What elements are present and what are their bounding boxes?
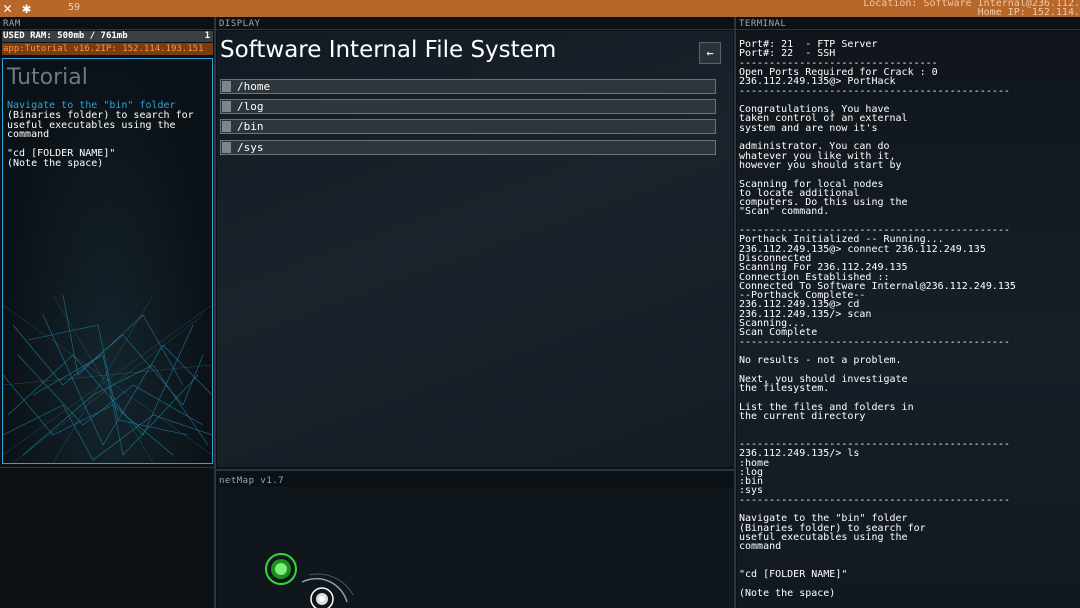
terminal-line: Scanning For 236.112.249.135 (739, 262, 908, 274)
folder-label: /bin (237, 120, 264, 133)
ram-usage-text: USED RAM: 500mb / 761mb (3, 31, 128, 41)
ram-panel-label: RAM (3, 19, 21, 29)
divider-netmap (216, 469, 734, 471)
ram-process-count: 1 (204, 31, 210, 41)
location-info: Location: Software Internal@236.112. Hom… (863, 0, 1080, 18)
terminal-line: Navigate to the "bin" folder (739, 513, 908, 525)
display-panel: Software Internal File System ← /home /l… (217, 31, 733, 467)
folder-label: /home (237, 80, 271, 93)
tutorial-command: "cd [FOLDER NAME]" (Note the space) (7, 149, 212, 168)
terminal-line: No results - not a problem. (739, 355, 902, 367)
tutorial-command-note: (Note the space) (7, 157, 104, 169)
folder-marker (222, 142, 231, 153)
divider-right (734, 17, 736, 608)
folder-log[interactable]: /log (220, 99, 716, 114)
folder-marker (222, 121, 231, 132)
display-panel-label: DISPLAY (219, 19, 261, 29)
terminal-line: "cd [FOLDER NAME]" (739, 569, 848, 581)
tutorial-panel: Tutorial Navigate to the "bin" folder (B… (2, 58, 213, 464)
terminal-line: however you should start by (739, 159, 902, 171)
gear-icon[interactable]: ✱ (22, 0, 31, 17)
terminal-line: system and are now it's (739, 122, 878, 134)
folder-bin[interactable]: /bin (220, 119, 716, 134)
terminal-line: Scan Complete (739, 327, 818, 339)
divider-left (214, 17, 216, 608)
tutorial-title: Tutorial (7, 65, 88, 90)
terminal-line: ----------------------------------------… (739, 336, 1010, 348)
home-ip-text: Home IP: 152.114. (977, 7, 1080, 18)
tutorial-highlight: Navigate to the "bin" folder (7, 100, 176, 111)
top-bar: ✕ ✱ 59 Location: Software Internal@236.1… (0, 0, 1080, 18)
folder-marker (222, 81, 231, 92)
terminal-line: Porthack Initialized -- Running... (739, 234, 944, 246)
close-icon[interactable]: ✕ (3, 0, 12, 17)
folder-marker (222, 101, 231, 112)
app-process-bar[interactable]: app:Tutorial v16.2IP: 152.114.193.151 (2, 43, 213, 55)
terminal-line: Port#: 22 - SSH (739, 48, 836, 60)
terminal-panel[interactable]: Port#: 21 - FTP Server Port#: 22 - SSH ---… (737, 31, 1080, 608)
folder-home[interactable]: /home (220, 79, 716, 94)
terminal-line: "Scan" command. (739, 206, 830, 218)
terminal-line: ----------------------------------------… (739, 494, 1010, 506)
terminal-line: command (739, 541, 782, 553)
terminal-line: the filesystem. (739, 383, 830, 395)
terminal-line: (Note the space) (739, 587, 836, 599)
netmap-panel-label: netMap v1.7 (219, 476, 285, 486)
page-title: Software Internal File System (220, 37, 557, 63)
back-button[interactable]: ← (699, 42, 721, 64)
folder-sys[interactable]: /sys (220, 140, 716, 155)
tutorial-body: (Binaries folder) to search for useful e… (7, 110, 194, 140)
divider-ram-bottom (0, 467, 214, 468)
folder-label: /log (237, 100, 264, 113)
terminal-line: ----------------------------------------… (739, 85, 1010, 97)
terminal-line: the current directory (739, 411, 866, 422)
netmap-canvas (265, 553, 354, 608)
divider-top (0, 29, 1080, 30)
target-node[interactable] (310, 587, 334, 608)
netmap-panel (217, 487, 733, 608)
folder-label: /sys (237, 141, 264, 154)
fps-counter: 59 (68, 2, 81, 13)
terminal-line: 236.112.249.135@> PortHack (739, 76, 896, 88)
home-node[interactable] (265, 553, 297, 585)
terminal-panel-label: TERMINAL (739, 19, 787, 29)
ram-usage-bar: USED RAM: 500mb / 761mb 1 (2, 31, 213, 42)
network-web-decoration (3, 295, 212, 463)
terminal-line: administrator. You can do (739, 141, 890, 153)
terminal-line: 236.112.249.135/> ls (739, 448, 860, 460)
